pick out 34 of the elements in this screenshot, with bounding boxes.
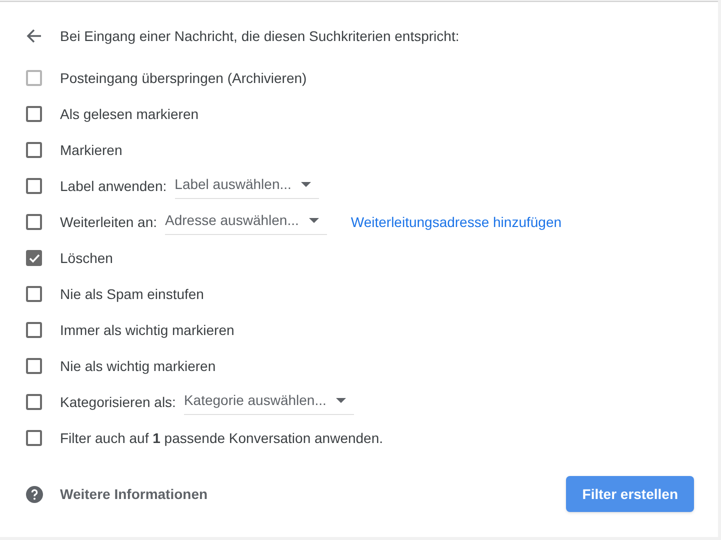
- checkbox[interactable]: [26, 106, 42, 122]
- create-filter-button[interactable]: Filter erstellen: [566, 476, 694, 512]
- checkbox[interactable]: [26, 250, 42, 266]
- help-icon[interactable]: [26, 486, 43, 502]
- header-text: Bei Eingang einer Nachricht, die diesen Suchkriterien entspricht:: [60, 26, 460, 46]
- dropdown[interactable]: Adresse auswählen...: [165, 210, 327, 234]
- add-forwarding-link[interactable]: Weiterleitungsadresse hinzufügen: [350, 212, 562, 232]
- caret-icon: [336, 398, 346, 402]
- option-label: Nie als wichtig markieren: [60, 356, 216, 376]
- checkbox[interactable]: [26, 178, 42, 194]
- checkbox[interactable]: [26, 214, 42, 230]
- checkbox[interactable]: [26, 142, 42, 158]
- option-label: Weiterleiten an:: [60, 212, 158, 232]
- checkbox[interactable]: [26, 430, 42, 446]
- back-arrow-icon[interactable]: [26, 28, 42, 44]
- option-label: Als gelesen markieren: [60, 104, 199, 124]
- option-label: Immer als wichtig markieren: [60, 320, 234, 340]
- option-label: Nie als Spam einstufen: [60, 284, 204, 304]
- checkmark-icon: [28, 254, 40, 262]
- option-label: Kategorisieren als:: [60, 392, 176, 412]
- checkbox[interactable]: [26, 286, 42, 302]
- option-label: Label anwenden:: [60, 176, 167, 196]
- caret-icon: [308, 218, 319, 222]
- dropdown[interactable]: Kategorie auswählen...: [184, 390, 354, 414]
- option-label: Posteingang überspringen (Archivieren): [60, 68, 307, 88]
- dropdown[interactable]: Label auswählen...: [174, 174, 320, 198]
- option-label: Markieren: [60, 140, 122, 160]
- caret-icon: [301, 182, 312, 186]
- checkbox[interactable]: [26, 358, 42, 374]
- checkbox[interactable]: [26, 322, 42, 338]
- option-label: Löschen: [60, 248, 113, 268]
- more-info-link[interactable]: Weitere Informationen: [60, 484, 208, 504]
- option-label: Filter auch auf 1 passende Konversation anwenden.: [60, 428, 384, 448]
- checkbox[interactable]: [26, 394, 42, 410]
